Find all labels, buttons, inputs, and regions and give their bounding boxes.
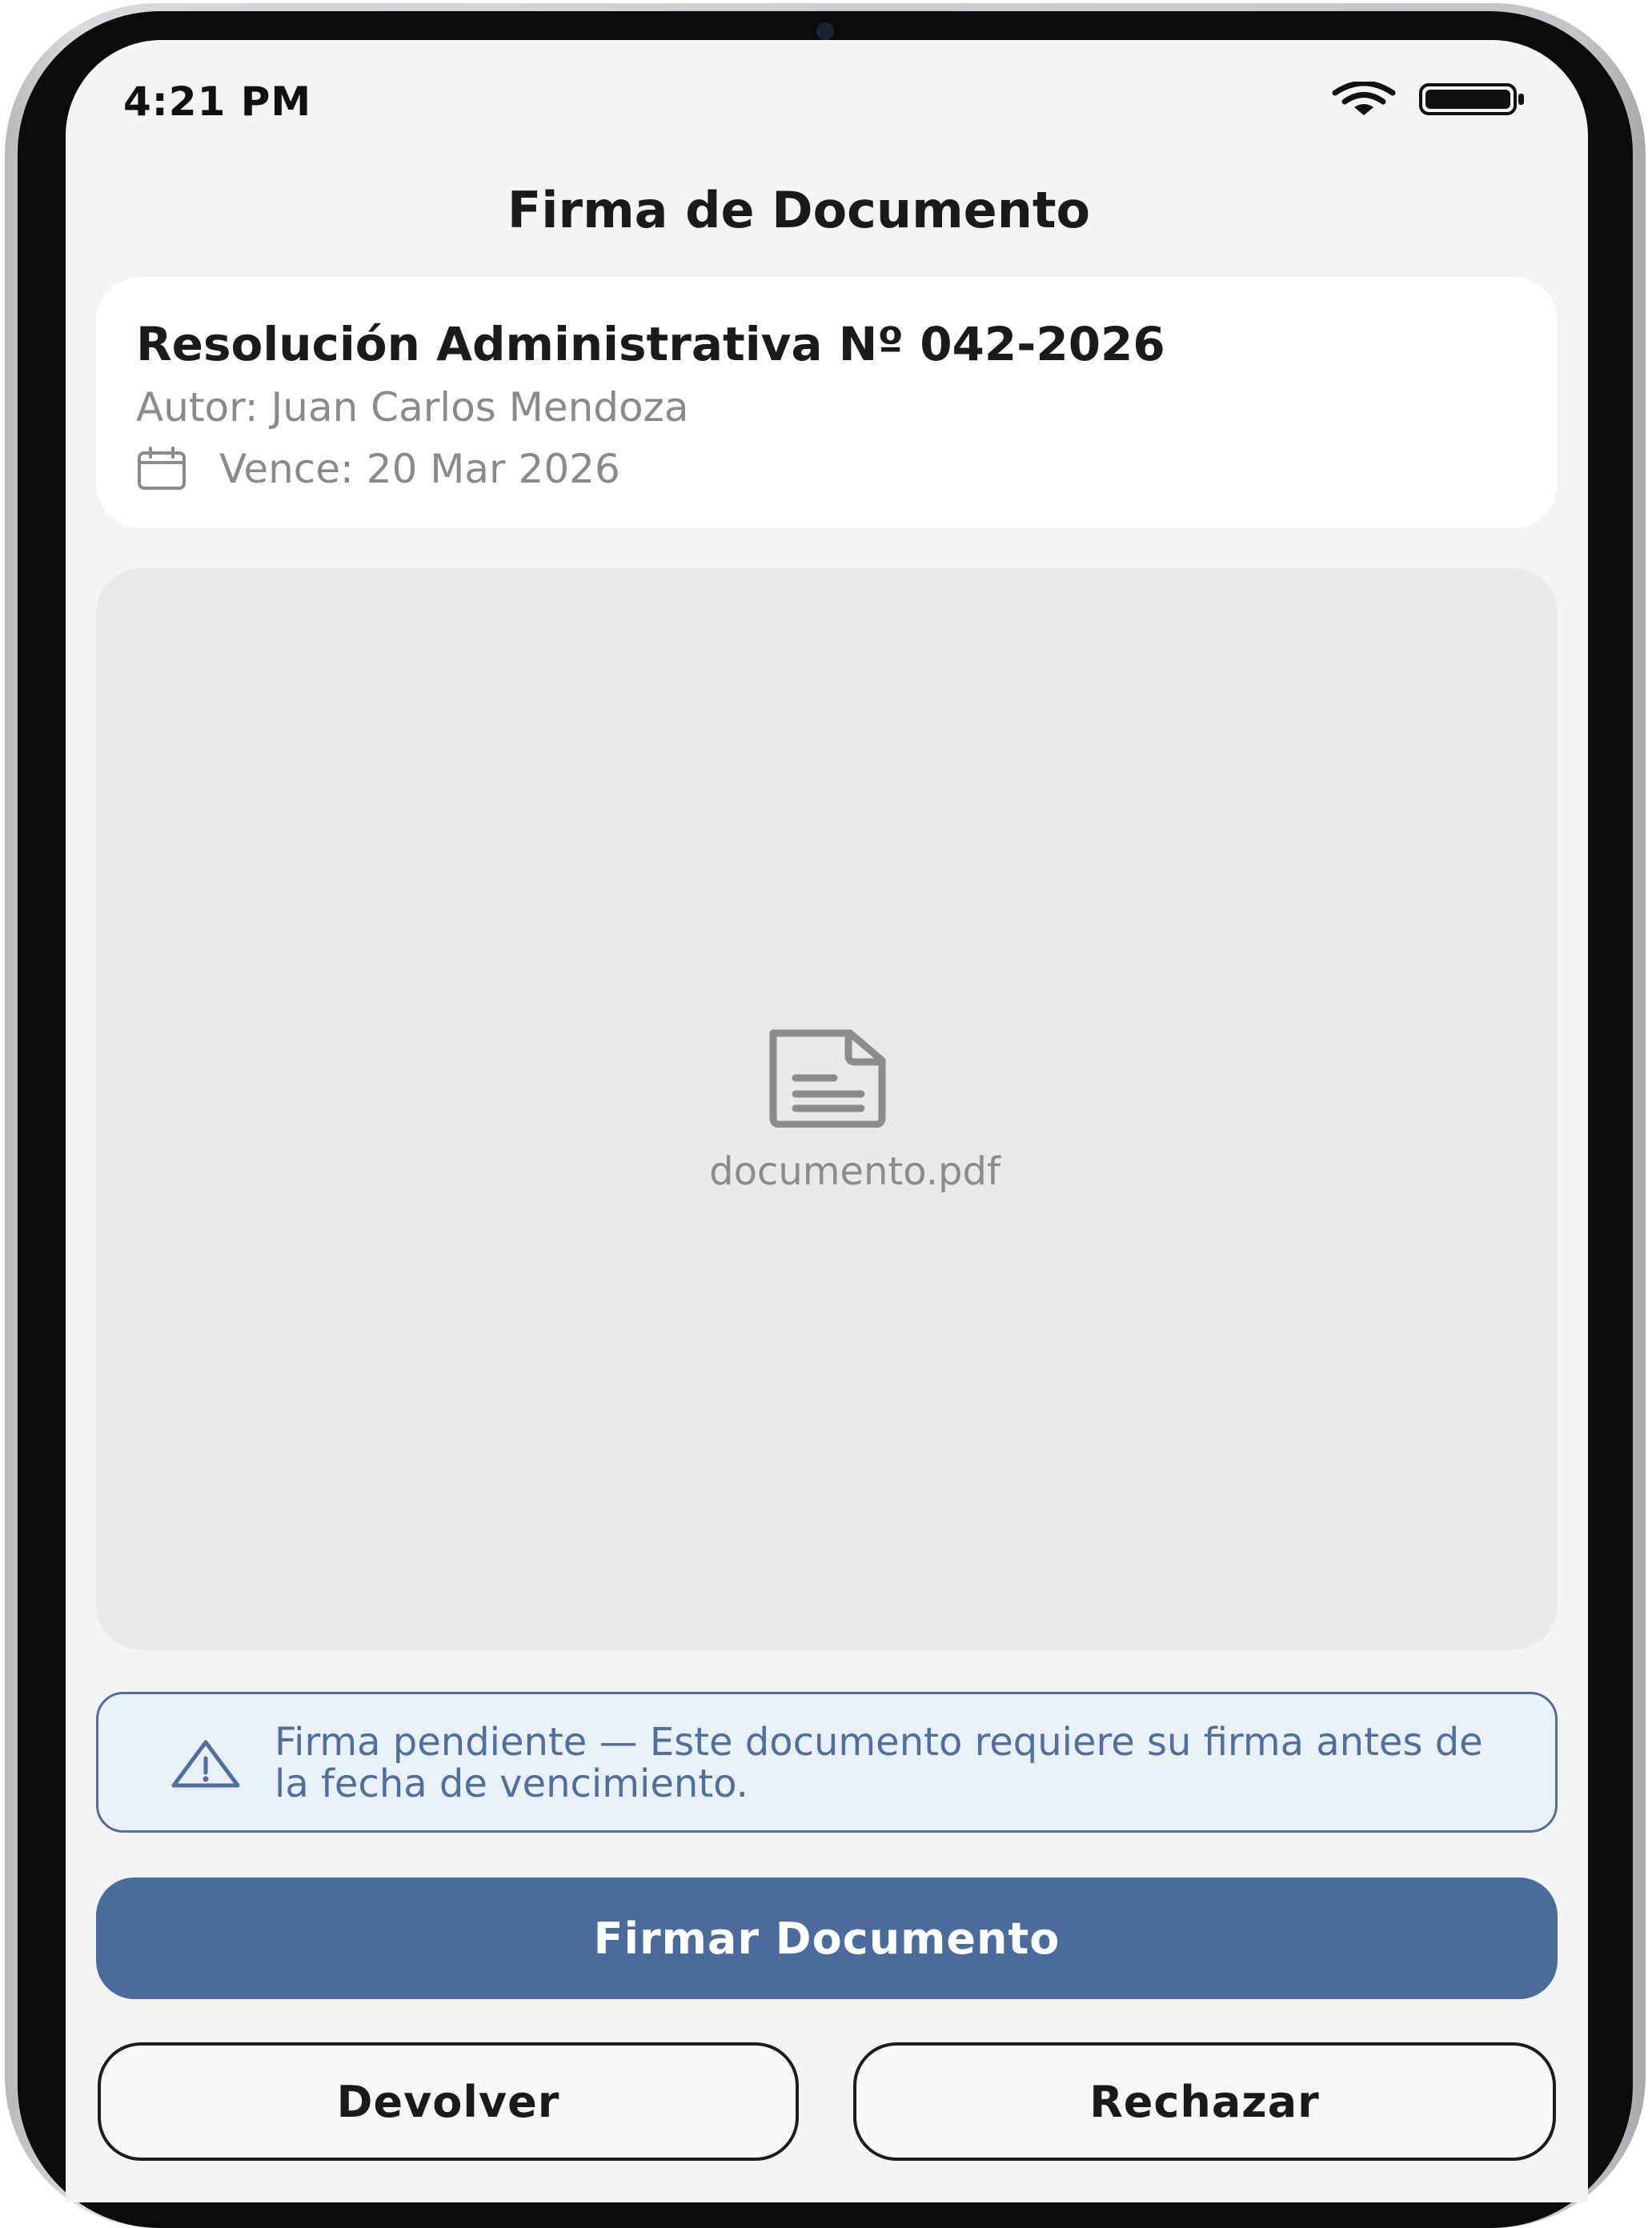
- front-camera: [816, 22, 834, 40]
- status-time: 4:21 PM: [123, 78, 312, 125]
- return-button[interactable]: Devolver: [98, 2042, 799, 2161]
- sign-document-button[interactable]: Firmar Documento: [96, 1877, 1558, 1999]
- notice-text: Firma pendiente — Este documento requier…: [275, 1720, 1483, 1806]
- pending-signature-notice: Firma pendiente — Este documento requier…: [96, 1692, 1558, 1833]
- reject-button[interactable]: Rechazar: [853, 2042, 1556, 2161]
- battery-icon: [1419, 83, 1524, 115]
- document-due-date: Vence: 20 Mar 2026: [219, 446, 620, 492]
- document-title: Resolución Administrativa Nº 042-2026: [136, 317, 1165, 371]
- app-screen: 4:21 PM Firma de Documento Resolución Ad…: [66, 40, 1588, 2202]
- status-bar: 4:21 PM: [66, 40, 1588, 160]
- due-date-row: Vence: 20 Mar 2026: [136, 443, 620, 495]
- document-author: Autor: Juan Carlos Mendoza: [136, 384, 689, 431]
- page-title: Firma de Documento: [507, 181, 1091, 239]
- document-icon: [769, 1029, 886, 1128]
- calendar-icon: [138, 447, 186, 490]
- file-name: documento.pdf: [709, 1149, 1000, 1194]
- warning-icon: [171, 1740, 240, 1788]
- wifi-icon: [1332, 82, 1396, 115]
